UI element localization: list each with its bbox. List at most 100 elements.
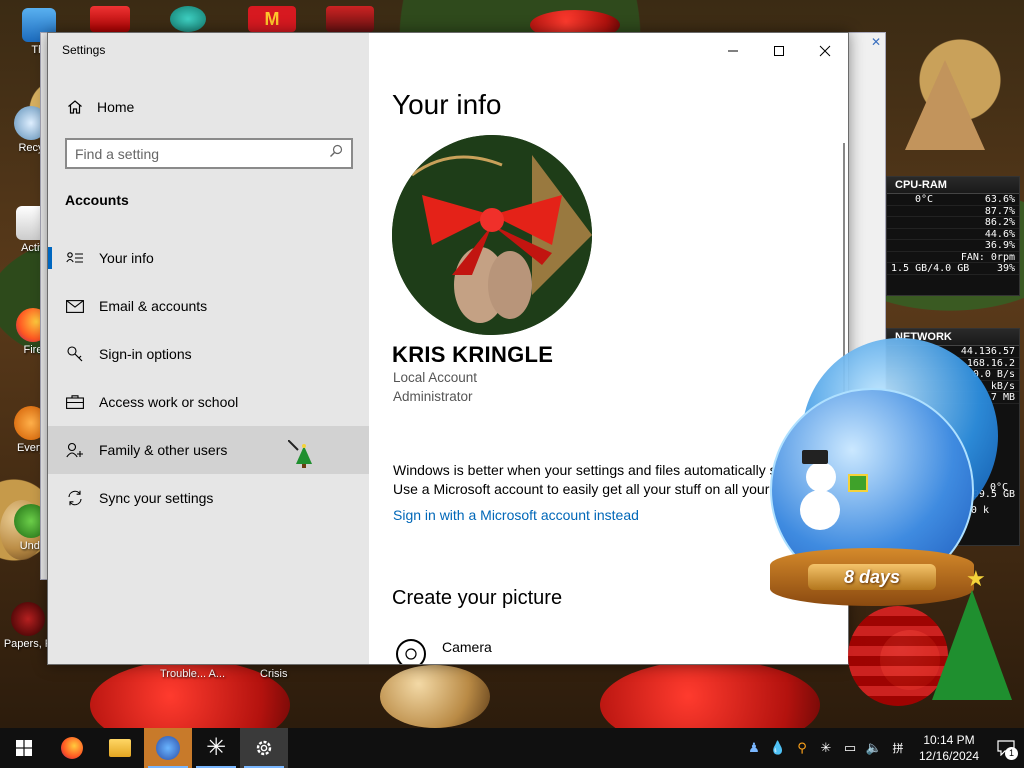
- minimize-button[interactable]: [710, 37, 756, 65]
- clock-time: 10:14 PM: [923, 733, 975, 747]
- taskbar-firefox[interactable]: [48, 728, 96, 768]
- close-icon[interactable]: ✕: [871, 35, 881, 49]
- tray-drop-icon[interactable]: 💧: [766, 728, 790, 768]
- nav-item-your-info[interactable]: Your info: [48, 234, 369, 282]
- account-type: Local Account: [393, 370, 478, 385]
- nav-item-email-accounts[interactable]: Email & accounts: [48, 282, 369, 330]
- ms-account-info-text: Windows is better when your settings and…: [393, 462, 777, 478]
- nav-item-sync-settings[interactable]: Sync your settings: [48, 474, 369, 522]
- desktop-app-icon[interactable]: [326, 6, 374, 32]
- gear-icon: [256, 740, 272, 756]
- cpu-total: 63.6%: [984, 194, 1015, 205]
- taskbar-clock[interactable]: 10:14 PM 12/16/2024: [910, 732, 988, 764]
- christmas-tree-cursor-icon: [287, 439, 314, 473]
- nav-label: Sign-in options: [99, 346, 192, 362]
- christmas-countdown: 8 days: [808, 564, 936, 590]
- ms-account-info-text: Use a Microsoft account to easily get al…: [393, 481, 770, 497]
- accounts-nav-list: Your info Email & accounts Sign-in optio…: [48, 234, 369, 522]
- papers-please-icon: [11, 602, 45, 636]
- fan-speed: FAN: 0rpm: [960, 251, 1015, 263]
- tray-volume-icon[interactable]: 🔈: [862, 728, 886, 768]
- cpu-ram-widget: CPU-RAM 0°C 63.6% 87.7% 86.2% 44.6% 36.9%…: [886, 176, 1020, 296]
- user-avatar[interactable]: [392, 135, 592, 335]
- snowman-decoration: [800, 490, 840, 530]
- nav-item-family-other-users[interactable]: Family & other users: [48, 426, 369, 474]
- user-display-name: KRIS KRINGLE: [392, 342, 554, 367]
- camera-option[interactable]: Camera: [396, 639, 492, 664]
- widget-temp: 0°C: [990, 482, 1009, 493]
- core-usage: 86.2%: [984, 217, 1015, 228]
- tray-snowflake-icon[interactable]: ✳: [814, 728, 838, 768]
- nav-label: Your info: [99, 250, 154, 266]
- settings-sidebar: Settings Home Accounts Your info: [48, 33, 369, 664]
- ram-percent: 39%: [996, 263, 1015, 274]
- key-icon: [65, 346, 85, 362]
- minimize-icon: [728, 50, 738, 52]
- nav-item-sign-in-options[interactable]: Sign-in options: [48, 330, 369, 378]
- desktop-label[interactable]: Crisis: [260, 668, 288, 680]
- taskbar-settings[interactable]: [240, 728, 288, 768]
- christmas-tree-decoration: [932, 590, 1012, 700]
- folder-icon: [109, 739, 131, 757]
- tray-person-icon[interactable]: ♟: [742, 728, 766, 768]
- add-person-icon: [65, 442, 85, 458]
- maximize-button[interactable]: [756, 37, 802, 65]
- desktop-app-icon[interactable]: [170, 6, 206, 32]
- start-button[interactable]: [0, 728, 48, 768]
- window-title: Settings: [62, 43, 106, 57]
- home-nav-item[interactable]: Home: [48, 90, 369, 124]
- snowman-hat-decoration: [802, 450, 828, 464]
- network-value: 7 MB: [990, 392, 1015, 403]
- sync-icon: [65, 490, 85, 506]
- tray-language-icon[interactable]: 拼: [886, 728, 910, 768]
- taskbar-file-explorer[interactable]: [96, 728, 144, 768]
- firefox-icon: [61, 737, 83, 759]
- close-icon: [819, 45, 831, 57]
- settings-search-box[interactable]: [65, 138, 353, 169]
- sign-in-microsoft-link[interactable]: Sign in with a Microsoft account instead: [393, 507, 639, 523]
- network-value: 168.16.2: [966, 357, 1015, 369]
- section-heading: Accounts: [65, 192, 129, 208]
- ram-usage: 1.5 GB/4.0 GB: [891, 263, 970, 274]
- system-tray: ♟ 💧 ⚲ ✳ ▭ 🔈 拼 10:14 PM 12/16/2024 1: [742, 728, 1024, 768]
- notification-count-badge: 1: [1005, 747, 1018, 760]
- avatar-picture: [392, 135, 592, 335]
- core-usage: 36.9%: [984, 240, 1015, 251]
- settings-window: Settings Home Accounts Your info: [47, 32, 849, 665]
- tray-search-icon[interactable]: ⚲: [790, 728, 814, 768]
- page-title: Your info: [392, 89, 502, 120]
- desktop-app-icon[interactable]: [90, 6, 130, 32]
- cpu-temp: 0°C: [915, 194, 934, 205]
- snowman-decoration: [806, 462, 836, 492]
- desktop-label[interactable]: Trouble... A...: [160, 668, 225, 680]
- taskbar: ✳ ♟ 💧 ⚲ ✳ ▭ 🔈 拼 10:14 PM 12/16/2024 1: [0, 728, 1024, 768]
- widget-title: CPU-RAM: [887, 177, 1019, 194]
- tray-network-icon[interactable]: ▭: [838, 728, 862, 768]
- camera-label: Camera: [442, 639, 492, 655]
- ornament-decoration: [380, 665, 490, 728]
- briefcase-icon: [65, 395, 85, 409]
- star-decoration: [905, 60, 985, 150]
- home-label: Home: [97, 99, 135, 115]
- nav-label: Sync your settings: [99, 490, 214, 506]
- action-center-button[interactable]: 1: [988, 728, 1024, 768]
- taskbar-app[interactable]: [144, 728, 192, 768]
- taskbar-snowflake-app[interactable]: ✳: [192, 728, 240, 768]
- close-button[interactable]: [802, 37, 848, 65]
- camera-icon: [396, 639, 426, 664]
- gift-decoration: [848, 474, 868, 492]
- app-icon: [156, 736, 180, 760]
- search-input[interactable]: [75, 145, 329, 162]
- search-icon[interactable]: [329, 144, 343, 163]
- mcdonalds-icon[interactable]: M: [248, 6, 296, 32]
- snowflake-icon: ✳: [205, 734, 227, 761]
- account-role: Administrator: [393, 389, 473, 404]
- mail-icon: [65, 299, 85, 313]
- nav-label: Family & other users: [99, 442, 228, 458]
- maximize-icon: [774, 46, 784, 56]
- core-usage: 44.6%: [984, 228, 1015, 240]
- core-usage: 87.7%: [984, 205, 1015, 217]
- ribbon-bow-decoration: [600, 660, 820, 728]
- nav-item-access-work-school[interactable]: Access work or school: [48, 378, 369, 426]
- home-icon: [65, 99, 85, 115]
